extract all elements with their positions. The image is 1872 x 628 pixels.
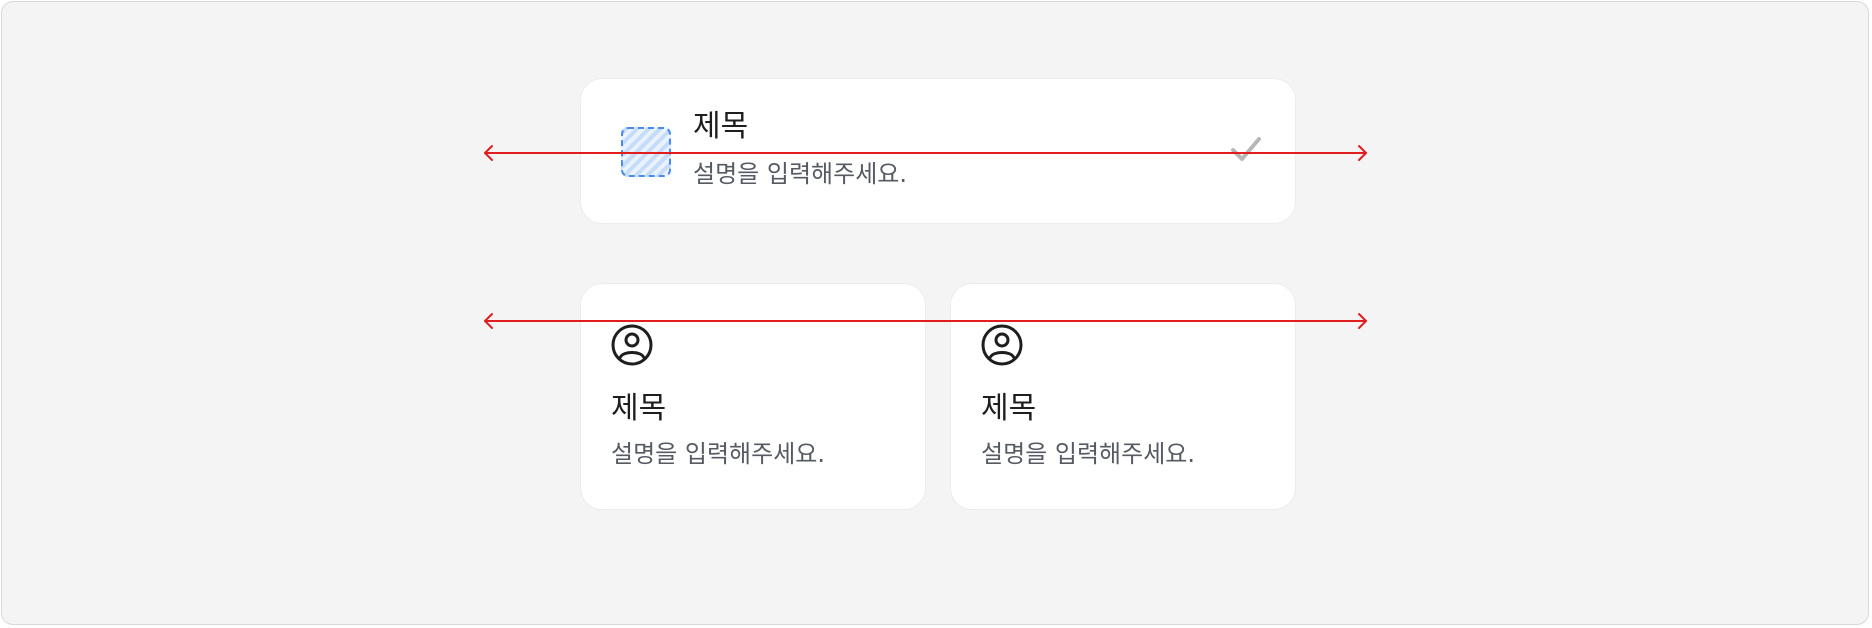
grid-card[interactable]: 제목 설명을 입력해주세요. (580, 283, 926, 510)
grid-card-description: 설명을 입력해주세요. (981, 440, 1195, 468)
canvas-frame: 제목 설명을 입력해주세요. 제목 설명을 입력해주세요. 제목 설명을 입력해… (1, 1, 1869, 625)
grid-card[interactable]: 제목 설명을 입력해주세요. (950, 283, 1296, 510)
user-circle-icon (611, 324, 653, 366)
placeholder-image-icon (621, 127, 671, 177)
list-card[interactable]: 제목 설명을 입력해주세요. (580, 78, 1296, 224)
user-circle-icon (981, 324, 1023, 366)
grid-card-description: 설명을 입력해주세요. (611, 440, 825, 468)
list-card-description: 설명을 입력해주세요. (693, 160, 907, 188)
grid-card-title: 제목 (611, 391, 667, 426)
check-icon (1231, 137, 1261, 161)
grid-card-title: 제목 (981, 391, 1037, 426)
list-card-title: 제목 (693, 109, 749, 144)
